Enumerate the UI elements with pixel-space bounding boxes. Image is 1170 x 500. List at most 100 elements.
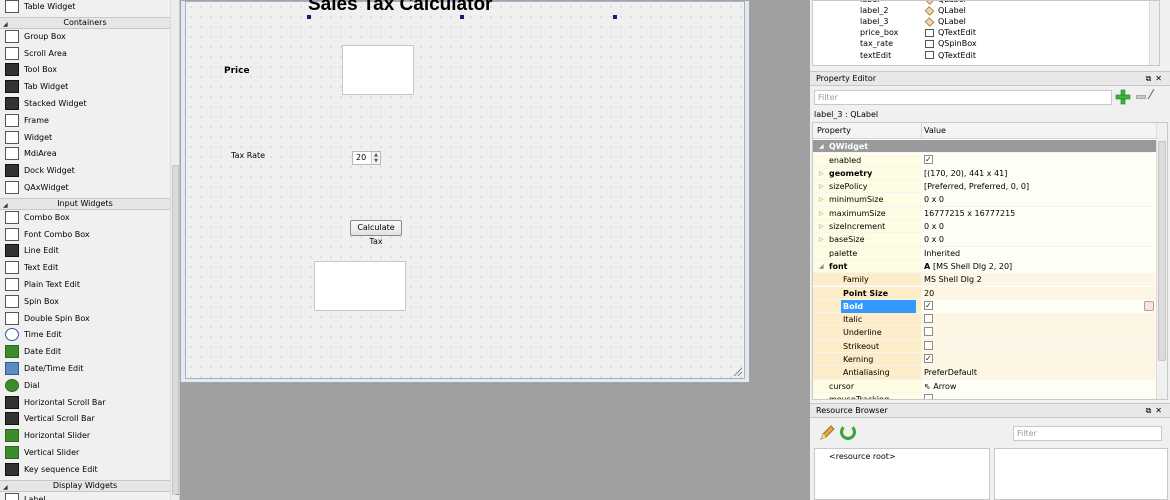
scrollbar-thumb[interactable] <box>172 165 179 500</box>
close-icon[interactable]: ✕ <box>1155 74 1166 83</box>
object-row[interactable]: label_3 QLabel <box>813 16 1159 27</box>
property-row-point-size[interactable]: Point Size 20 <box>813 286 1157 300</box>
property-row-palette[interactable]: palette Inherited <box>813 246 1157 260</box>
property-value[interactable] <box>921 326 1157 340</box>
remove-property-icon[interactable] <box>1136 95 1146 99</box>
float-icon[interactable]: ⧉ <box>1146 406 1156 415</box>
property-row-italic[interactable]: Italic <box>813 313 1157 327</box>
widget-box-item-dial[interactable]: Dial <box>0 377 170 394</box>
property-value[interactable] <box>921 352 1157 366</box>
property-checkbox[interactable] <box>924 327 933 337</box>
widget-box-item-horizontal-scroll-bar[interactable]: Horizontal Scroll Bar <box>0 394 170 411</box>
property-filter-input[interactable]: Filter <box>814 90 1112 105</box>
property-table-scrollbar[interactable] <box>1156 123 1167 399</box>
property-row-mousetracking[interactable]: mouseTracking <box>813 392 1157 399</box>
result-text-edit[interactable] <box>314 261 406 311</box>
widget-box-item-date-time-edit[interactable]: Date/Time Edit <box>0 360 170 377</box>
edit-resources-icon[interactable] <box>818 424 836 442</box>
object-row[interactable]: tax_rate QSpinBox <box>813 38 1159 49</box>
property-value[interactable] <box>921 392 1157 399</box>
property-row-font[interactable]: ◢ font A [MS Shell Dlg 2, 20] <box>813 259 1157 274</box>
property-row-geometry[interactable]: ▷ geometry [(170, 20), 441 x 41] <box>813 166 1157 181</box>
reset-property-icon[interactable] <box>1144 300 1154 311</box>
property-value[interactable]: A [MS Shell Dlg 2, 20] <box>921 259 1157 273</box>
expand-arrow-icon[interactable]: ▷ <box>819 207 824 220</box>
property-column-header[interactable]: Property <box>817 123 851 139</box>
property-value[interactable]: 0 x 0 <box>921 220 1157 233</box>
selection-handle[interactable] <box>307 15 311 19</box>
title-label[interactable]: Sales Tax Calculator <box>308 0 492 16</box>
widget-box-item-horizontal-slider[interactable]: Horizontal Slider <box>0 427 170 444</box>
property-row-cursor[interactable]: cursor ⇖ Arrow <box>813 379 1157 393</box>
object-row[interactable]: price_box QTextEdit <box>813 27 1159 38</box>
widget-box-item-double-spin-box[interactable]: Double Spin Box <box>0 310 170 327</box>
property-value[interactable]: [(170, 20), 441 x 41] <box>921 166 1157 180</box>
widget-box-item-spin-box[interactable]: Spin Box <box>0 293 170 310</box>
widget-box-item-label[interactable]: Label <box>0 491 170 500</box>
widget-box-item-widget[interactable]: Widget <box>0 129 170 146</box>
collapse-arrow-icon[interactable]: ◢ <box>819 260 824 273</box>
widget-box-item-key-sequence-edit[interactable]: Key sequence Edit <box>0 461 170 478</box>
property-value[interactable]: 0 x 0 <box>921 233 1157 247</box>
expand-arrow-icon[interactable]: ▷ <box>819 180 824 193</box>
widget-box-item-mdi-area[interactable]: MdiArea <box>0 145 170 162</box>
reload-icon[interactable] <box>840 424 856 440</box>
resource-filter-input[interactable]: Filter <box>1013 426 1162 441</box>
object-inspector-scrollbar[interactable] <box>1149 1 1159 65</box>
property-value[interactable]: 20 <box>921 286 1157 300</box>
property-row-sizeincrement[interactable]: ▷ sizeIncrement 0 x 0 <box>813 220 1157 234</box>
object-row[interactable]: textEdit QTextEdit <box>813 50 1159 61</box>
property-value[interactable]: 16777215 x 16777215 <box>921 206 1157 220</box>
property-value[interactable]: Inherited <box>921 246 1157 260</box>
expand-arrow-icon[interactable]: ▷ <box>819 193 824 206</box>
widget-box-scrollbar[interactable] <box>170 0 179 500</box>
property-row-kerning[interactable]: Kerning <box>813 352 1157 367</box>
widget-box-item-text-edit[interactable]: Text Edit <box>0 259 170 276</box>
price-label[interactable]: Price <box>224 66 250 76</box>
property-row-basesize[interactable]: ▷ baseSize 0 x 0 <box>813 233 1157 247</box>
widget-box-item-qax-widget[interactable]: QAxWidget <box>0 179 170 196</box>
object-row[interactable]: label_2 QLabel <box>813 5 1159 16</box>
widget-box-item-font-combo-box[interactable]: Font Combo Box <box>0 226 170 243</box>
property-checkbox[interactable] <box>924 340 933 350</box>
widget-box-item-stacked-widget[interactable]: Stacked Widget <box>0 95 170 112</box>
property-value[interactable]: 0 x 0 <box>921 193 1157 207</box>
property-checkbox[interactable] <box>924 393 933 399</box>
widget-box-item-tool-box[interactable]: Tool Box <box>0 61 170 78</box>
widget-box-item-frame[interactable]: Frame <box>0 112 170 129</box>
property-checkbox[interactable] <box>924 352 933 365</box>
widget-box-item-date-edit[interactable]: Date Edit <box>0 343 170 360</box>
property-value[interactable] <box>921 339 1157 353</box>
property-value[interactable] <box>921 313 1157 327</box>
property-row-strikeout[interactable]: Strikeout <box>813 339 1157 353</box>
property-row-enabled[interactable]: enabled <box>813 153 1157 167</box>
property-checkbox[interactable] <box>924 299 933 312</box>
property-row-antialiasing[interactable]: Antialiasing PreferDefault <box>813 366 1157 380</box>
property-value[interactable]: PreferDefault <box>921 366 1157 380</box>
form-canvas[interactable]: Sales Tax Calculator Price Tax Rate 20 ▲… <box>185 0 745 379</box>
resize-grip-icon[interactable] <box>734 368 742 376</box>
widget-box-item-plain-text-edit[interactable]: Plain Text Edit <box>0 276 170 293</box>
expand-arrow-icon[interactable]: ▷ <box>819 167 824 180</box>
expand-arrow-icon[interactable]: ▷ <box>819 233 824 246</box>
selection-handle[interactable] <box>460 15 464 19</box>
widget-box-item-vertical-scroll-bar[interactable]: Vertical Scroll Bar <box>0 410 170 427</box>
property-row-sizepolicy[interactable]: ▷ sizePolicy [Preferred, Preferred, 0, 0] <box>813 180 1157 194</box>
tax-rate-label[interactable]: Tax Rate <box>231 151 265 160</box>
property-checkbox[interactable] <box>924 153 933 166</box>
property-row-family[interactable]: Family MS Shell Dlg 2 <box>813 273 1157 287</box>
property-value[interactable]: [Preferred, Preferred, 0, 0] <box>921 180 1157 194</box>
property-checkbox[interactable] <box>924 314 933 324</box>
widget-box-item-scroll-area[interactable]: Scroll Area <box>0 45 170 62</box>
expand-arrow-icon[interactable]: ▷ <box>819 220 824 233</box>
widget-box-item-dock-widget[interactable]: Dock Widget <box>0 162 170 179</box>
widget-box-item-time-edit[interactable]: Time Edit <box>0 326 170 343</box>
property-value[interactable]: MS Shell Dlg 2 <box>921 273 1157 287</box>
selection-handle[interactable] <box>613 15 617 19</box>
calculate-tax-button[interactable]: Calculate Tax <box>350 220 402 246</box>
widget-box-item-vertical-slider[interactable]: Vertical Slider <box>0 444 170 461</box>
widget-box-item-combo-box[interactable]: Combo Box <box>0 209 170 226</box>
resource-root-item[interactable]: <resource root> <box>829 452 896 461</box>
property-row-underline[interactable]: Underline <box>813 326 1157 340</box>
tax-rate-spin-box[interactable]: 20 ▲ ▼ <box>352 151 381 165</box>
